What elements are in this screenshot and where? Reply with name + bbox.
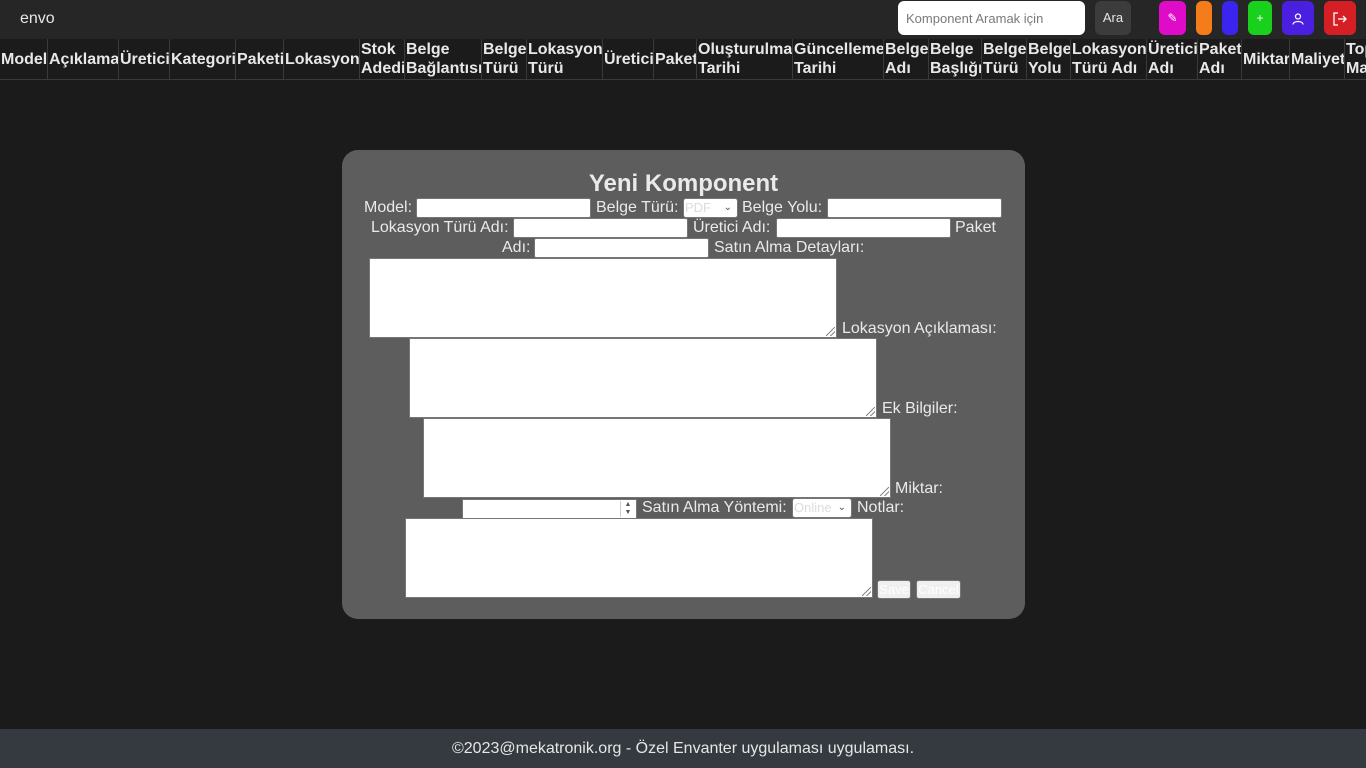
satin-alma-yontemi-select[interactable]: Online ⌄ <box>792 498 852 518</box>
col-header[interactable]: Paket <box>654 39 697 79</box>
miktar-label: Miktar: <box>895 480 943 497</box>
col-header[interactable]: Stok Adedi <box>360 39 405 79</box>
col-header[interactable]: Lokasyon Türü Adı <box>1071 39 1147 79</box>
satin-alma-yontemi-label: Satın Alma Yöntemi: <box>642 499 787 516</box>
satin-alma-yontemi-value: Online <box>794 500 832 515</box>
add-button[interactable]: + <box>1248 1 1272 35</box>
col-header[interactable]: Miktar <box>1242 39 1290 79</box>
col-header[interactable]: Üretici <box>603 39 654 79</box>
cancel-button[interactable]: Cancel <box>916 580 961 599</box>
top-navbar: envo Ara ✎ + <box>0 0 1366 39</box>
footer-text: ©2023@mekatronik.org - Özel Envanter uyg… <box>451 740 915 757</box>
satin-alma-detaylari-label: Satın Alma Detayları: <box>714 239 865 256</box>
logout-button[interactable] <box>1324 1 1356 35</box>
search-button[interactable]: Ara <box>1095 1 1131 35</box>
col-header[interactable]: Açıklama <box>48 39 119 79</box>
miktar-input[interactable]: ▲ ▼ <box>462 499 637 519</box>
paket-adi-label: Paket <box>955 219 996 236</box>
lokasyon-turu-adi-input[interactable] <box>513 218 688 238</box>
orange-button[interactable] <box>1196 1 1212 35</box>
col-header[interactable]: Model <box>0 39 48 79</box>
profile-button[interactable] <box>1282 1 1314 35</box>
chevron-down-icon: ⌄ <box>837 502 846 513</box>
plus-icon: + <box>1256 11 1264 25</box>
col-header[interactable]: Belge Türü <box>482 39 527 79</box>
search-input[interactable] <box>898 1 1085 35</box>
resize-grip-icon[interactable] <box>826 327 835 336</box>
satin-alma-detaylari-textarea[interactable] <box>369 258 837 338</box>
footer: ©2023@mekatronik.org - Özel Envanter uyg… <box>0 729 1366 768</box>
belge-turu-label: Belge Türü: <box>596 199 679 216</box>
belge-yolu-input[interactable] <box>827 198 1002 218</box>
col-header[interactable]: Belge Bağlantısı <box>405 39 482 79</box>
col-header[interactable]: Üretici Adı <box>1147 39 1198 79</box>
modal-title: Yeni Komponent <box>588 170 779 197</box>
stepper-icon[interactable]: ▲ ▼ <box>620 501 635 517</box>
pencil-icon: ✎ <box>1167 11 1178 25</box>
paket-adi-input[interactable] <box>534 238 709 258</box>
uretici-adi-label: Üretici Adı: <box>693 219 771 236</box>
col-header[interactable]: Belge Başlığı <box>929 39 982 79</box>
col-header[interactable]: Lokasyon Türü <box>527 39 603 79</box>
resize-grip-icon[interactable] <box>866 407 875 416</box>
notlar-textarea[interactable] <box>405 518 873 598</box>
resize-grip-icon[interactable] <box>880 487 889 496</box>
save-button[interactable]: Save <box>877 580 911 599</box>
belge-yolu-label: Belge Yolu: <box>742 199 823 216</box>
col-header[interactable]: Maliyet <box>1290 39 1345 79</box>
col-header[interactable]: Kategori <box>170 39 236 79</box>
uretici-adi-input[interactable] <box>776 218 951 238</box>
col-header[interactable]: Lokasyon <box>284 39 360 79</box>
component-table-header: Model Açıklama Üretici Kategori Paketi L… <box>0 39 1366 80</box>
logout-icon <box>1332 11 1348 26</box>
user-icon <box>1292 11 1304 25</box>
belge-turu-select[interactable]: PDF ⌄ <box>683 198 738 218</box>
ek-bilgiler-label: Ek Bilgiler: <box>882 400 958 417</box>
model-input[interactable] <box>416 198 591 218</box>
chevron-down-icon: ⌄ <box>723 202 732 213</box>
col-header[interactable]: Belge Yolu <box>1027 39 1071 79</box>
brand-logo[interactable]: envo <box>20 10 55 28</box>
lokasyon-turu-adi-label: Lokasyon Türü Adı: <box>371 219 509 236</box>
col-header[interactable]: Belge Türü <box>982 39 1027 79</box>
new-component-modal: Yeni Komponent Model: Belge Türü: PDF ⌄ … <box>342 150 1025 619</box>
col-header[interactable]: Paketi <box>236 39 284 79</box>
col-header[interactable]: Paket Adı <box>1198 39 1242 79</box>
paket-adi-label-cont: Adı: <box>502 239 531 256</box>
col-header[interactable]: Üretici <box>119 39 170 79</box>
model-label: Model: <box>364 199 413 216</box>
lokasyon-aciklamasi-textarea[interactable] <box>409 338 877 418</box>
blue-button[interactable] <box>1222 1 1238 35</box>
ek-bilgiler-textarea[interactable] <box>423 418 891 498</box>
resize-grip-icon[interactable] <box>862 587 871 596</box>
col-header[interactable]: Belge Adı <box>884 39 929 79</box>
belge-turu-value: PDF <box>685 200 711 215</box>
col-header[interactable]: Toplam Maliyet <box>1345 39 1366 79</box>
col-header[interactable]: Oluşturulma Tarihi <box>697 39 793 79</box>
lokasyon-aciklamasi-label: Lokasyon Açıklaması: <box>842 320 997 337</box>
col-header[interactable]: Güncelleme Tarihi <box>793 39 884 79</box>
notlar-label: Notlar: <box>857 499 905 516</box>
edit-button[interactable]: ✎ <box>1159 1 1186 35</box>
